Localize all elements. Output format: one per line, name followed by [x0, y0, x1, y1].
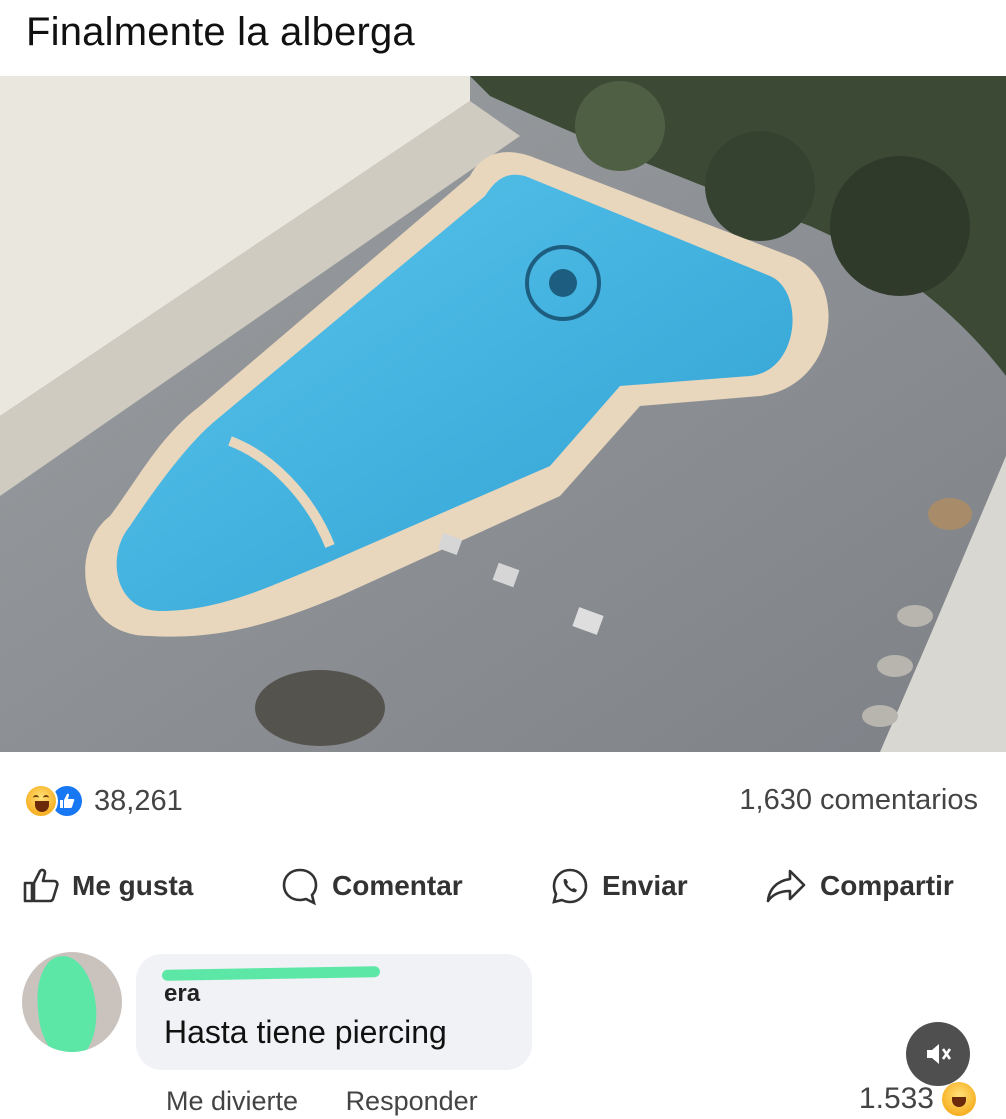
comment-button[interactable]: Comentar [280, 858, 463, 914]
haha-icon [24, 784, 58, 818]
comment-author[interactable]: era [164, 980, 200, 1008]
avatar[interactable] [22, 952, 122, 1052]
comment-icon [282, 868, 318, 906]
like-label: Me gusta [72, 870, 194, 901]
post-actions: Me gusta Comentar Enviar Compartir [0, 858, 1006, 914]
muted-speaker-icon [927, 1044, 952, 1064]
comment-bubble: era Hasta tiene piercing [136, 954, 532, 1070]
share-button[interactable]: Compartir [764, 858, 954, 914]
comments-count[interactable]: 1,630 comentarios [739, 784, 978, 817]
like-button[interactable]: Me gusta [22, 858, 193, 914]
send-button[interactable]: Enviar [550, 858, 688, 914]
comment-meta: Me divierte Responder [166, 1086, 518, 1117]
whatsapp-icon [552, 868, 588, 904]
send-label: Enviar [602, 870, 688, 901]
comment-label: Comentar [332, 870, 463, 901]
reaction-count: 38,261 [94, 784, 183, 817]
reaction-summary[interactable]: 38,261 [24, 784, 183, 818]
comment-reaction-count: 1.533 [858, 1082, 934, 1115]
comment-text: Hasta tiene piercing [164, 1014, 447, 1050]
reply-link[interactable]: Responder [346, 1086, 478, 1116]
reaction-link[interactable]: Me divierte [166, 1086, 298, 1116]
post-title: Finalmente la alberga [26, 10, 415, 54]
avatar-redaction [34, 954, 100, 1052]
thumbs-up-icon [23, 868, 59, 903]
comment-reaction-summary[interactable]: 1.533 [859, 1082, 976, 1116]
name-redaction [161, 966, 381, 981]
share-icon [766, 869, 806, 903]
pool-photo[interactable] [0, 76, 1006, 752]
comment: era Hasta tiene piercing Me divierte Res… [0, 952, 1006, 1119]
share-label: Compartir [820, 870, 954, 901]
pool-illustration [0, 76, 1006, 752]
haha-icon [942, 1082, 976, 1116]
mute-button[interactable] [906, 1022, 970, 1086]
post-stats: 38,261 1,630 comentarios [0, 776, 1006, 828]
